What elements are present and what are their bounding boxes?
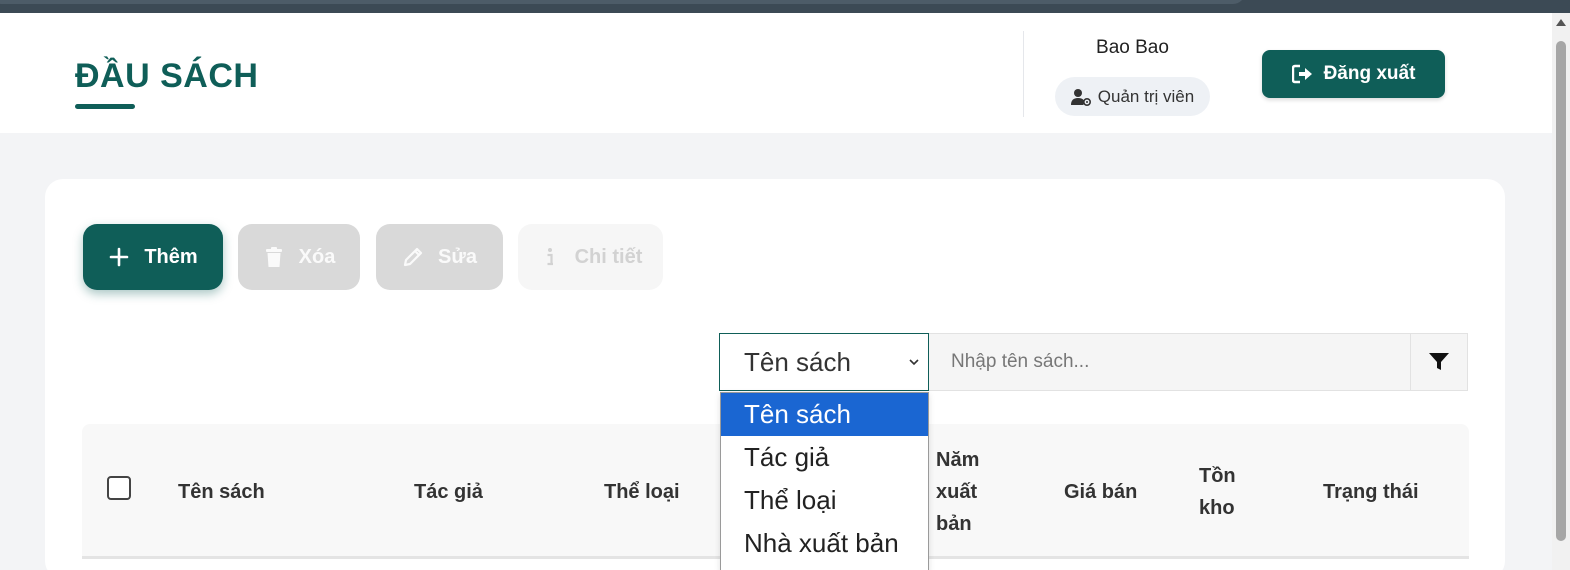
title-underline	[75, 104, 135, 109]
chevron-down-icon	[909, 359, 919, 366]
column-header-stock-line: kho	[1199, 497, 1235, 519]
role-badge: Quản trị viên	[1055, 77, 1210, 116]
add-label: Thêm	[144, 245, 198, 268]
dropdown-option-author[interactable]: Tác giả	[721, 436, 928, 479]
column-header-author[interactable]: Tác giả	[414, 476, 483, 508]
trash-icon	[265, 247, 282, 267]
sign-out-icon	[1291, 64, 1312, 84]
column-header-year-line: xuất	[936, 481, 978, 503]
column-header-year-line: bản	[936, 513, 972, 535]
user-name: Bao Bao	[1096, 37, 1169, 58]
user-gear-icon	[1070, 88, 1091, 106]
column-header-price[interactable]: Giá bán	[1064, 476, 1137, 508]
logout-label: Đăng xuất	[1323, 63, 1416, 84]
role-label: Quản trị viên	[1097, 86, 1195, 106]
search-placeholder: Nhập tên sách...	[951, 351, 1090, 372]
search-field-selected: Tên sách	[744, 346, 851, 377]
filter-icon	[1429, 353, 1449, 370]
page-scrollbar[interactable]	[1552, 13, 1570, 570]
plus-icon	[110, 247, 129, 267]
pencil-icon	[403, 247, 423, 267]
logout-button[interactable]: Đăng xuất	[1262, 50, 1445, 98]
header-divider	[1023, 31, 1024, 117]
search-field-dropdown: Tên sách Tác giả Thể loại Nhà xuất bản	[720, 392, 929, 570]
dropdown-option-title[interactable]: Tên sách	[721, 393, 928, 436]
detail-label: Chi tiết	[574, 245, 643, 268]
filter-button[interactable]	[1410, 333, 1468, 391]
search-input[interactable]: Nhập tên sách...	[929, 333, 1411, 391]
edit-button[interactable]: Sửa	[376, 224, 503, 290]
edit-label: Sửa	[438, 245, 477, 268]
scroll-thumb[interactable]	[1556, 41, 1566, 541]
column-header-year-line: Năm	[936, 449, 980, 471]
dropdown-option-genre[interactable]: Thể loại	[721, 479, 928, 522]
column-header-genre[interactable]: Thể loại	[604, 476, 680, 508]
detail-button[interactable]: Chi tiết	[518, 224, 663, 290]
column-header-stock-line: Tồn	[1199, 465, 1236, 487]
dropdown-option-publisher[interactable]: Nhà xuất bản	[721, 522, 928, 565]
column-header-stock[interactable]: Tồn kho	[1199, 460, 1236, 524]
column-header-status[interactable]: Trạng thái	[1323, 476, 1419, 508]
info-icon	[547, 248, 553, 266]
browser-top-strip	[0, 0, 1570, 13]
column-header-year[interactable]: Năm xuất bản	[936, 444, 979, 540]
page-title: ĐẦU SÁCH	[75, 57, 259, 95]
browser-tab-bar	[0, 0, 1245, 4]
search-field-select[interactable]: Tên sách	[719, 333, 929, 391]
select-all-checkbox[interactable]	[107, 476, 131, 500]
delete-button[interactable]: Xóa	[238, 224, 360, 290]
scroll-up-icon[interactable]	[1556, 19, 1566, 26]
column-header-title[interactable]: Tên sách	[178, 476, 265, 508]
delete-label: Xóa	[298, 245, 336, 268]
add-button[interactable]: Thêm	[83, 224, 223, 290]
page-header: ĐẦU SÁCH Bao Bao Quản trị viên Đăng xuất	[0, 13, 1552, 133]
